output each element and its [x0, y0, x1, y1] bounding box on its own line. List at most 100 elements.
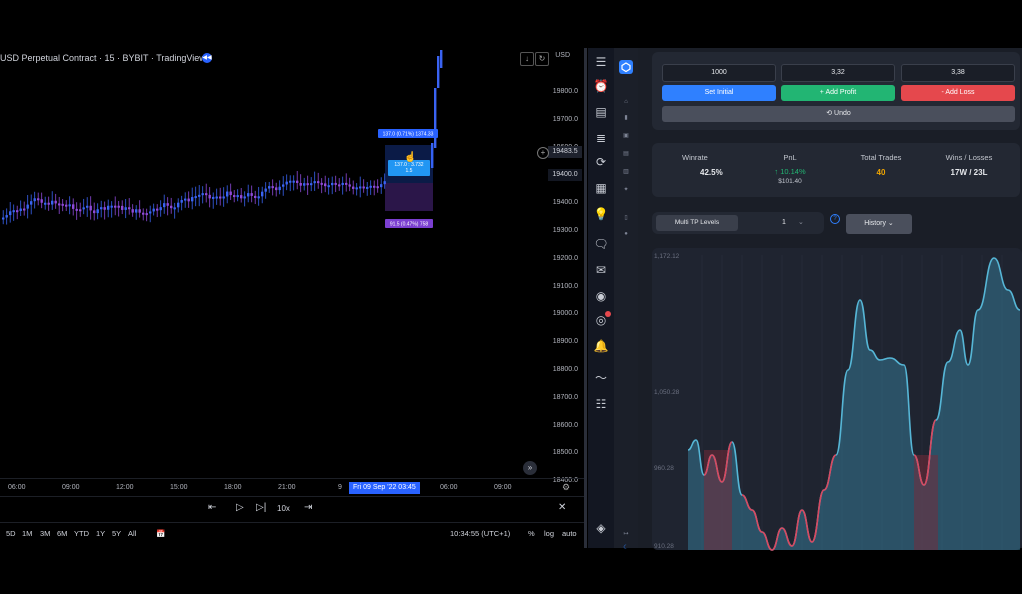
- range-1y-button[interactable]: 1Y: [96, 529, 105, 538]
- initial-input[interactable]: 1000: [662, 64, 776, 82]
- price-axis[interactable]: USD 19800.019700.019600.019500.019400.01…: [548, 48, 584, 484]
- message-icon[interactable]: ✉: [592, 262, 610, 278]
- candle: [236, 189, 239, 202]
- calendar-icon[interactable]: 📅: [156, 529, 165, 538]
- bell-icon[interactable]: 🔔: [592, 338, 610, 354]
- price-tick: 18800.0: [552, 366, 578, 373]
- candle: [9, 202, 12, 223]
- trend-icon[interactable]: 〜: [592, 370, 610, 386]
- svg-text:137.0 (0.71%) 1374.33: 137.0 (0.71%) 1374.33: [383, 132, 434, 138]
- auto-toggle[interactable]: auto: [562, 529, 577, 538]
- percent-toggle[interactable]: %: [528, 529, 535, 538]
- candle: [30, 194, 33, 215]
- winrate-label: Winrate: [682, 153, 708, 162]
- equity-y-label: 1,050.28: [654, 389, 680, 396]
- close-replay-icon[interactable]: ✕: [558, 502, 566, 513]
- total-trades-label: Total Trades: [860, 153, 902, 162]
- history-chevron-icon: ⌄: [887, 220, 894, 227]
- candle: [93, 202, 96, 221]
- candle: [247, 184, 250, 203]
- range-6m-button[interactable]: 6M: [57, 529, 67, 538]
- panel-divider[interactable]: [584, 48, 587, 548]
- exit-icon[interactable]: ↦: [622, 530, 630, 538]
- idea-bulb-icon[interactable]: 💡: [592, 206, 610, 222]
- layers-icon[interactable]: ◈: [592, 520, 610, 536]
- alarm-clock-icon[interactable]: ⏰: [592, 78, 610, 94]
- candlestick-chart[interactable]: 137.0 (0.71%) 1374.3391.5 (0.47%) 758137…: [0, 48, 548, 478]
- stop-zone[interactable]: [385, 183, 433, 211]
- settings-gear-icon[interactable]: ⚙: [562, 482, 570, 493]
- log-toggle[interactable]: log: [544, 529, 554, 538]
- price-tick: 18900.0: [552, 338, 578, 346]
- candle: [54, 193, 57, 209]
- chat-icon[interactable]: 🗨: [592, 236, 610, 252]
- clock-label[interactable]: 10:34:55 (UTC+1): [450, 529, 510, 538]
- user-icon[interactable]: ●: [622, 230, 630, 238]
- candle: [100, 200, 103, 218]
- range-1m-button[interactable]: 1M: [22, 529, 32, 538]
- doc-icon[interactable]: ▣: [622, 132, 630, 140]
- range-5d-button[interactable]: 5D: [6, 529, 16, 538]
- equity-chart[interactable]: 1,172.12 1,050.28 960.28 910.28: [652, 250, 1022, 552]
- add-alert-icon[interactable]: +: [537, 147, 549, 159]
- menu-icon[interactable]: ☰: [592, 54, 610, 70]
- multi-tp-button[interactable]: Multi TP Levels: [656, 215, 738, 231]
- candle: [72, 198, 75, 216]
- add-loss-button[interactable]: - Add Loss: [901, 85, 1015, 101]
- step-forward-icon[interactable]: ▷|: [256, 502, 266, 513]
- chart-icon[interactable]: ▮: [622, 114, 630, 122]
- candle: [275, 182, 278, 197]
- svg-text:1.5: 1.5: [406, 168, 413, 174]
- candle: [145, 208, 148, 222]
- side-toolbar: ☰ ⏰ ▤ ≣ ⟳ ▦ 💡 🗨 ✉ ◉ ◎ 🔔 〜 ☷ ◈: [588, 48, 614, 548]
- play-icon[interactable]: ▷: [236, 502, 244, 513]
- cycle-icon[interactable]: ⟳: [592, 154, 610, 170]
- candle: [47, 196, 50, 211]
- home-icon[interactable]: ⌂: [622, 98, 630, 106]
- range-all-button[interactable]: All: [128, 529, 136, 538]
- candle: [194, 186, 197, 207]
- range-5y-button[interactable]: 5Y: [112, 529, 121, 538]
- skip-end-icon[interactable]: ⇥: [304, 502, 312, 513]
- wallet-icon[interactable]: ▤: [622, 150, 630, 158]
- profit-ratio-input[interactable]: 3,32: [781, 64, 895, 82]
- device-icon[interactable]: ▯: [622, 214, 630, 222]
- multi-tp-select[interactable]: 1: [782, 219, 786, 226]
- star-icon[interactable]: ✦: [622, 186, 630, 194]
- loss-ratio-input[interactable]: 3,38: [901, 64, 1015, 82]
- scroll-to-realtime-icon[interactable]: »: [523, 461, 537, 475]
- equity-y-label: 960.28: [654, 465, 674, 472]
- extension-sidebar: ⌂ ▮ ▣ ▤ ▥ ✦ ▯ ● ↦ ☾: [614, 48, 638, 551]
- news-icon[interactable]: ▤: [592, 104, 610, 120]
- candle: [324, 175, 327, 193]
- list-icon[interactable]: ☷: [592, 396, 610, 412]
- candle: [131, 204, 134, 217]
- bottom-black-bar: [0, 552, 1022, 594]
- range-3m-button[interactable]: 3M: [40, 529, 50, 538]
- price-tick: 19100.0: [552, 282, 578, 290]
- moon-icon[interactable]: ☾: [622, 544, 630, 552]
- history-button[interactable]: History ⌄: [846, 214, 912, 234]
- candle: [89, 196, 92, 220]
- trash-icon[interactable]: ▥: [622, 168, 630, 176]
- undo-button[interactable]: ⟲ Undo: [662, 106, 1015, 122]
- help-icon[interactable]: ?: [830, 214, 840, 224]
- candle: [16, 205, 19, 220]
- set-initial-button[interactable]: Set Initial: [662, 85, 776, 101]
- broadcast-icon[interactable]: ◉: [592, 288, 610, 304]
- notification-dot: [605, 311, 611, 317]
- candle: [177, 198, 180, 213]
- candle: [191, 187, 194, 210]
- chevron-down-icon[interactable]: ⌄: [798, 218, 804, 226]
- time-axis[interactable]: 06:00 09:00 12:00 15:00 18:00 21:00 9 06:00 09:0…: [0, 478, 584, 497]
- candle: [264, 182, 267, 199]
- range-ytd-button[interactable]: YTD: [74, 529, 89, 538]
- extension-logo-icon[interactable]: [619, 60, 633, 74]
- replay-speed[interactable]: 10x: [277, 504, 290, 513]
- candle: [156, 204, 159, 218]
- jump-to-start-icon[interactable]: ⇤: [208, 502, 216, 513]
- add-profit-button[interactable]: + Add Profit: [781, 85, 895, 101]
- svg-text:91.5 (0.47%) 758: 91.5 (0.47%) 758: [390, 222, 429, 228]
- calendar-grid-icon[interactable]: ▦: [592, 180, 610, 196]
- watchlist-icon[interactable]: ≣: [592, 130, 610, 146]
